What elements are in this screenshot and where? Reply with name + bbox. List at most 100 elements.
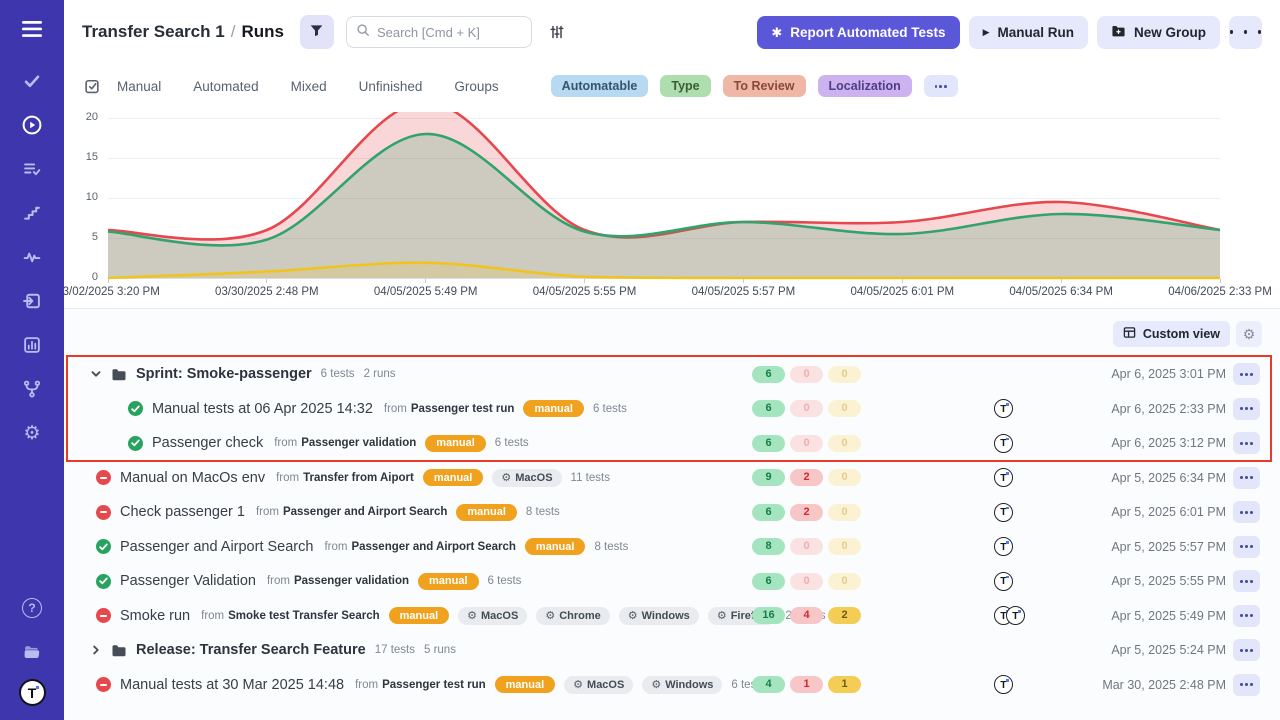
run-row[interactable]: Check passenger 1fromPassenger and Airpo… — [64, 495, 1280, 530]
filter-button[interactable] — [300, 15, 334, 49]
plans-list-check-icon[interactable] — [17, 154, 47, 184]
chevron-right-icon[interactable] — [90, 644, 102, 656]
tab-automated[interactable]: Automated — [193, 79, 258, 94]
avatar[interactable]: T — [994, 503, 1013, 522]
import-icon[interactable] — [17, 286, 47, 316]
assignee-avatars: T — [994, 468, 1013, 487]
row-more-button[interactable] — [1233, 363, 1260, 385]
run-row[interactable]: Passenger ValidationfromPassenger valida… — [64, 564, 1280, 599]
run-source-group: fromPassenger test run — [355, 679, 486, 691]
manual-run-button[interactable]: ▶ Manual Run — [969, 16, 1088, 49]
filter-chip-automatable[interactable]: Automatable — [551, 75, 649, 97]
gear-icon: ⚙ — [717, 609, 727, 622]
skipped-count-badge: 0 — [828, 435, 861, 452]
group-row[interactable]: Release: Transfer Search Feature17 tests… — [64, 633, 1280, 668]
manual-tag: manual — [495, 676, 556, 693]
project-title[interactable]: Transfer Search 1 — [82, 22, 225, 41]
avatar[interactable]: T — [994, 468, 1013, 487]
chevron-down-icon[interactable] — [90, 368, 102, 380]
run-source[interactable]: Transfer from Aiport — [303, 472, 414, 484]
select-all-checkbox-icon[interactable] — [84, 78, 101, 95]
filter-chip-localization[interactable]: Localization — [818, 75, 912, 97]
row-more-button[interactable] — [1233, 467, 1260, 489]
new-group-button[interactable]: New Group — [1097, 16, 1220, 49]
gear-icon: ⚙ — [651, 678, 661, 691]
pulse-activity-icon[interactable] — [17, 242, 47, 272]
avatar[interactable]: T — [994, 675, 1013, 694]
row-more-button[interactable] — [1233, 605, 1260, 627]
run-title[interactable]: Manual tests at 30 Mar 2025 14:48 — [120, 677, 344, 693]
run-source[interactable]: Passenger test run — [411, 403, 515, 415]
row-more-button[interactable] — [1233, 501, 1260, 523]
avatar[interactable]: T — [994, 399, 1013, 418]
projects-folders-icon[interactable] — [17, 636, 47, 666]
runs-area-chart[interactable] — [108, 112, 1220, 280]
row-more-button[interactable] — [1233, 536, 1260, 558]
avatar[interactable]: T — [994, 537, 1013, 556]
avatar[interactable]: T — [994, 572, 1013, 591]
run-title[interactable]: Check passenger 1 — [120, 504, 245, 520]
filter-chip-more[interactable] — [924, 75, 958, 97]
view-settings-gear-icon[interactable]: ⚙ — [1236, 321, 1262, 347]
status-failed-icon — [96, 470, 111, 485]
run-source[interactable]: Passenger and Airport Search — [351, 541, 515, 553]
tab-groups[interactable]: Groups — [454, 79, 498, 94]
run-source[interactable]: Passenger validation — [301, 437, 416, 449]
testomatio-logo[interactable]: T — [19, 679, 46, 706]
menu-icon[interactable] — [17, 14, 47, 44]
run-row[interactable]: Manual tests at 30 Mar 2025 14:48 fromPas… — [64, 668, 1280, 703]
search-input[interactable] — [377, 25, 522, 40]
skipped-count-badge: 2 — [828, 607, 861, 624]
run-row[interactable]: Passenger and Airport SearchfromPassenge… — [64, 530, 1280, 565]
filter-chip-type[interactable]: Type — [660, 75, 710, 97]
run-source[interactable]: Passenger test run — [382, 679, 486, 691]
row-more-button[interactable] — [1233, 432, 1260, 454]
tab-manual[interactable]: Manual — [117, 79, 161, 94]
run-title[interactable]: Smoke run — [120, 608, 190, 624]
run-source[interactable]: Smoke test Transfer Search — [228, 610, 380, 622]
failed-count-badge: 0 — [790, 538, 823, 555]
run-row[interactable]: Manual on MacOs envfromTransfer from Aip… — [64, 461, 1280, 496]
status-passed-icon — [128, 436, 143, 451]
passed-count-badge: 6 — [752, 504, 785, 521]
skipped-count-badge: 0 — [828, 504, 861, 521]
analytics-bar-chart-icon[interactable] — [17, 330, 47, 360]
row-more-button[interactable] — [1233, 570, 1260, 592]
filter-chip-to-review[interactable]: To Review — [723, 75, 806, 97]
run-row[interactable]: Smoke runfromSmoke test Transfer Searchm… — [64, 599, 1280, 634]
run-title[interactable]: Passenger Validation — [120, 573, 256, 589]
manual-tag: manual — [418, 573, 479, 590]
avatar[interactable]: T — [994, 434, 1013, 453]
row-more-button[interactable] — [1233, 674, 1260, 696]
avatar[interactable]: T — [1006, 606, 1025, 625]
settings-gear-icon[interactable]: ⚙ — [17, 418, 47, 448]
row-more-button[interactable] — [1233, 398, 1260, 420]
adjustments-sliders-icon[interactable] — [542, 17, 572, 47]
row-more-button[interactable] — [1233, 639, 1260, 661]
tab-mixed[interactable]: Mixed — [291, 79, 327, 94]
custom-view-button[interactable]: Custom view — [1113, 321, 1230, 347]
run-row[interactable]: Passenger checkfromPassenger validationm… — [64, 426, 1280, 461]
group-title[interactable]: Release: Transfer Search Feature — [136, 642, 366, 658]
run-title[interactable]: Passenger check — [152, 435, 263, 451]
runs-play-circle-icon[interactable] — [17, 110, 47, 140]
group-row[interactable]: Sprint: Smoke-passenger6 tests2 runs600A… — [64, 357, 1280, 392]
axis-tick — [266, 279, 267, 283]
run-title[interactable]: Manual tests at 06 Apr 2025 14:32 — [152, 401, 373, 417]
group-title[interactable]: Sprint: Smoke-passenger — [136, 366, 312, 382]
run-source[interactable]: Passenger validation — [294, 575, 409, 587]
run-row[interactable]: Manual tests at 06 Apr 2025 14:32fromPas… — [64, 392, 1280, 427]
header-more-button[interactable] — [1229, 16, 1262, 49]
run-title[interactable]: Manual on MacOs env — [120, 470, 265, 486]
run-source[interactable]: Passenger and Airport Search — [283, 506, 447, 518]
report-automated-tests-button[interactable]: ✱ Report Automated Tests — [757, 16, 959, 49]
milestones-steps-icon[interactable] — [17, 198, 47, 228]
folder-icon — [111, 367, 127, 382]
x-axis-label: 04/05/2025 6:34 PM — [1009, 286, 1113, 298]
help-icon[interactable]: ? — [17, 593, 47, 623]
tests-check-icon[interactable] — [17, 66, 47, 96]
tab-unfinished[interactable]: Unfinished — [359, 79, 423, 94]
branch-icon[interactable] — [17, 374, 47, 404]
y-axis-label: 0 — [64, 271, 98, 283]
run-title[interactable]: Passenger and Airport Search — [120, 539, 313, 555]
